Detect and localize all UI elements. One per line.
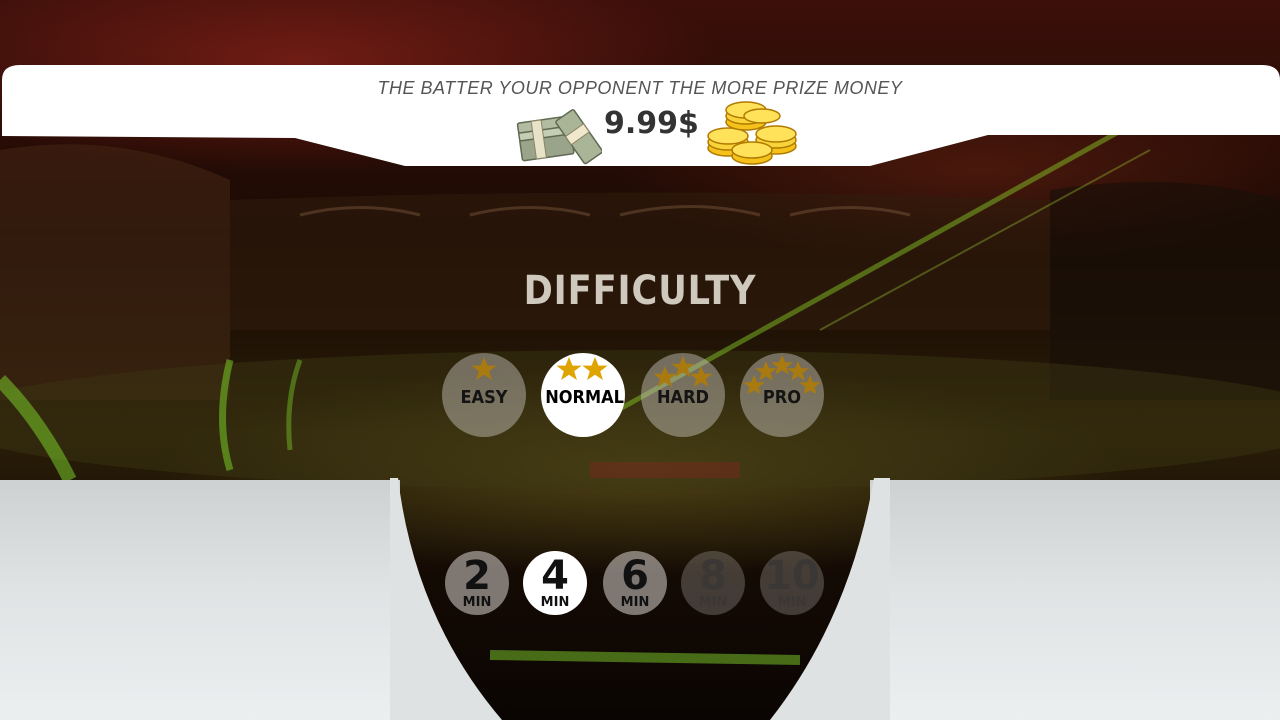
gold-coins-icon <box>704 100 800 166</box>
cash-stack-icon <box>516 100 604 166</box>
time-value: 6 <box>621 553 649 599</box>
difficulty-title: DIFFICULTY <box>523 268 757 314</box>
time-4-min-button[interactable]: 4 MIN <box>523 551 587 615</box>
prize-banner: THE BATTER YOUR OPPONENT THE MORE PRIZE … <box>0 0 1280 170</box>
difficulty-easy-button[interactable]: EASY <box>442 353 526 437</box>
difficulty-label: HARD <box>656 387 710 408</box>
time-value: 2 <box>463 553 491 599</box>
difficulty-label: NORMAL <box>545 387 624 408</box>
time-value: 4 <box>541 553 569 599</box>
time-8-min-button[interactable]: 8 MIN <box>681 551 745 615</box>
prize-row: 9.99$ <box>0 100 1280 166</box>
time-value: 8 <box>699 553 727 599</box>
time-unit: MIN <box>698 595 728 610</box>
difficulty-label: EASY <box>460 387 508 408</box>
prize-amount: 9.99$ <box>604 106 699 141</box>
time-unit: MIN <box>777 595 807 610</box>
time-unit: MIN <box>462 595 492 610</box>
difficulty-pro-button[interactable]: PRO <box>740 353 824 437</box>
lower-right-panel <box>870 480 1280 720</box>
time-unit: MIN <box>540 595 570 610</box>
time-6-min-button[interactable]: 6 MIN <box>603 551 667 615</box>
difficulty-label: PRO <box>762 387 802 408</box>
time-10-min-button[interactable]: 10 MIN <box>760 551 824 615</box>
difficulty-hard-button[interactable]: HARD <box>641 353 725 437</box>
time-value: 10 <box>764 553 820 599</box>
prize-headline: THE BATTER YOUR OPPONENT THE MORE PRIZE … <box>377 78 903 98</box>
lower-left-panel <box>0 480 400 720</box>
difficulty-normal-button[interactable]: NORMAL <box>541 353 625 437</box>
time-unit: MIN <box>620 595 650 610</box>
time-2-min-button[interactable]: 2 MIN <box>445 551 509 615</box>
